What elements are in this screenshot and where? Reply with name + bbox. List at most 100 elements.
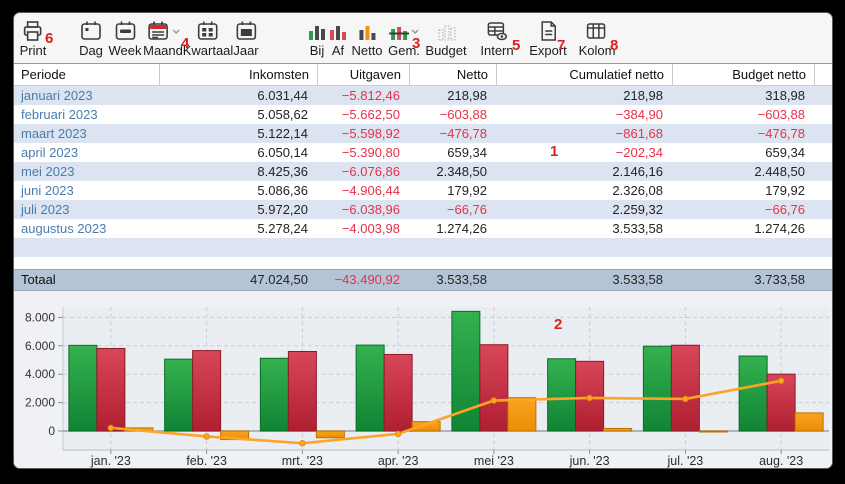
value-cell: 659,34 <box>410 143 497 162</box>
svg-text:mei '23: mei '23 <box>474 454 514 468</box>
value-cell: −6.038,96 <box>318 200 410 219</box>
value-cell: 6.050,14 <box>160 143 318 162</box>
app-window: Print Dag Week <box>13 12 833 469</box>
intern-label: Intern <box>480 43 513 58</box>
table-row[interactable]: mei 20238.425,36−6.076,862.348,502.146,1… <box>14 162 832 181</box>
value-cell: 2.146,16 <box>497 162 673 181</box>
table-row[interactable]: juni 20235.086,36−4.906,44179,922.326,08… <box>14 181 832 200</box>
jaar-button[interactable]: Jaar <box>233 18 258 58</box>
kwartaal-label: Kwartaal <box>183 43 234 58</box>
svg-text:apr. '23: apr. '23 <box>378 454 419 468</box>
filler-cell <box>815 143 832 162</box>
period-cell: juni 2023 <box>14 181 160 200</box>
table-row[interactable]: februari 20235.058,62−5.662,50−603,88−38… <box>14 105 832 124</box>
value-cell: 1.274,26 <box>673 219 815 238</box>
column-header[interactable]: Cumulatief netto <box>497 64 673 85</box>
kwartaal-button[interactable]: Kwartaal <box>183 18 234 58</box>
maand-button[interactable]: Maand <box>143 18 183 58</box>
budget-bars-icon <box>425 18 466 42</box>
total-value-cell: 3.733,58 <box>673 270 815 290</box>
netto-label: Netto <box>351 43 382 58</box>
period-cell <box>14 238 160 257</box>
value-cell: 218,98 <box>410 86 497 105</box>
table-total-row: Totaal47.024,50−43.490,923.533,583.533,5… <box>14 269 832 291</box>
value-cell: −384,90 <box>497 105 673 124</box>
value-cell: 179,92 <box>410 181 497 200</box>
budget-button[interactable]: Budget <box>425 18 466 58</box>
callout-1: 1 <box>550 144 558 159</box>
table-row[interactable]: augustus 20235.278,24−4.003,981.274,263.… <box>14 219 832 238</box>
column-header[interactable]: Inkomsten <box>160 64 318 85</box>
callout-2: 2 <box>554 317 562 332</box>
calendar-day-icon <box>79 18 103 42</box>
period-cell: januari 2023 <box>14 86 160 105</box>
dag-button[interactable]: Dag <box>79 18 103 58</box>
maand-label: Maand <box>143 43 183 58</box>
value-cell: 5.058,62 <box>160 105 318 124</box>
callout-8: 8 <box>610 38 618 53</box>
callout-7: 7 <box>557 38 565 53</box>
value-cell <box>410 238 497 257</box>
filler-cell <box>815 86 832 105</box>
callout-5: 5 <box>512 38 520 53</box>
filler-cell <box>815 162 832 181</box>
table-row[interactable]: juli 20235.972,20−6.038,96−66,762.259,32… <box>14 200 832 219</box>
netto-button[interactable]: Netto <box>351 18 382 58</box>
column-header[interactable]: Periode <box>14 64 160 85</box>
table-header: PeriodeInkomstenUitgavenNettoCumulatief … <box>14 64 832 86</box>
print-label: Print <box>20 43 47 58</box>
period-cell: mei 2023 <box>14 162 160 181</box>
value-cell: −4.906,44 <box>318 181 410 200</box>
calendar-quarter-icon <box>183 18 234 42</box>
value-cell: 5.122,14 <box>160 124 318 143</box>
table-row-empty[interactable] <box>14 238 832 257</box>
week-button[interactable]: Week <box>109 18 142 58</box>
column-header[interactable]: Uitgaven <box>318 64 410 85</box>
value-cell: 179,92 <box>673 181 815 200</box>
bij-button[interactable]: Bij <box>307 18 327 58</box>
value-cell: 2.348,50 <box>410 162 497 181</box>
value-cell: −66,76 <box>673 200 815 219</box>
value-cell: −476,78 <box>410 124 497 143</box>
value-cell: 2.448,50 <box>673 162 815 181</box>
print-button[interactable]: Print <box>20 18 47 58</box>
value-cell <box>160 238 318 257</box>
value-cell: 659,34 <box>673 143 815 162</box>
period-cell: juli 2023 <box>14 200 160 219</box>
value-cell: 218,98 <box>497 86 673 105</box>
total-value-cell: 3.533,58 <box>410 270 497 290</box>
chevron-down-icon <box>411 29 419 34</box>
expense-bars-icon <box>328 18 348 42</box>
jaar-label: Jaar <box>233 43 258 58</box>
bij-label: Bij <box>307 43 327 58</box>
total-value-cell: −43.490,92 <box>318 270 410 290</box>
value-cell: −4.003,98 <box>318 219 410 238</box>
table-row[interactable]: april 20236.050,14−5.390,80659,34−202,34… <box>14 143 832 162</box>
filler-cell <box>815 219 832 238</box>
value-cell: 5.972,20 <box>160 200 318 219</box>
svg-text:jun. '23: jun. '23 <box>569 454 610 468</box>
value-cell: 3.533,58 <box>497 219 673 238</box>
period-cell: augustus 2023 <box>14 219 160 238</box>
table-row[interactable]: maart 20235.122,14−5.598,92−476,78−861,6… <box>14 124 832 143</box>
income-bars-icon <box>307 18 327 42</box>
svg-text:6.000: 6.000 <box>25 339 55 353</box>
table-body: januari 20236.031,44−5.812,46218,98218,9… <box>14 86 832 257</box>
budget-label: Budget <box>425 43 466 58</box>
value-cell: −202,34 <box>497 143 673 162</box>
table-row[interactable]: januari 20236.031,44−5.812,46218,98218,9… <box>14 86 832 105</box>
intern-button[interactable]: Intern <box>480 18 513 58</box>
af-button[interactable]: Af <box>328 18 348 58</box>
value-cell: −476,78 <box>673 124 815 143</box>
dag-label: Dag <box>79 43 103 58</box>
chevron-down-icon <box>172 29 180 34</box>
filler-cell <box>815 124 832 143</box>
column-header[interactable]: Netto <box>410 64 497 85</box>
value-cell: 318,98 <box>673 86 815 105</box>
total-label: Totaal <box>14 270 160 290</box>
callout-4: 4 <box>181 36 189 51</box>
value-cell <box>497 238 673 257</box>
column-header[interactable]: Budget netto <box>673 64 815 85</box>
table-total-spacer <box>14 257 832 269</box>
svg-text:feb. '23: feb. '23 <box>186 454 227 468</box>
